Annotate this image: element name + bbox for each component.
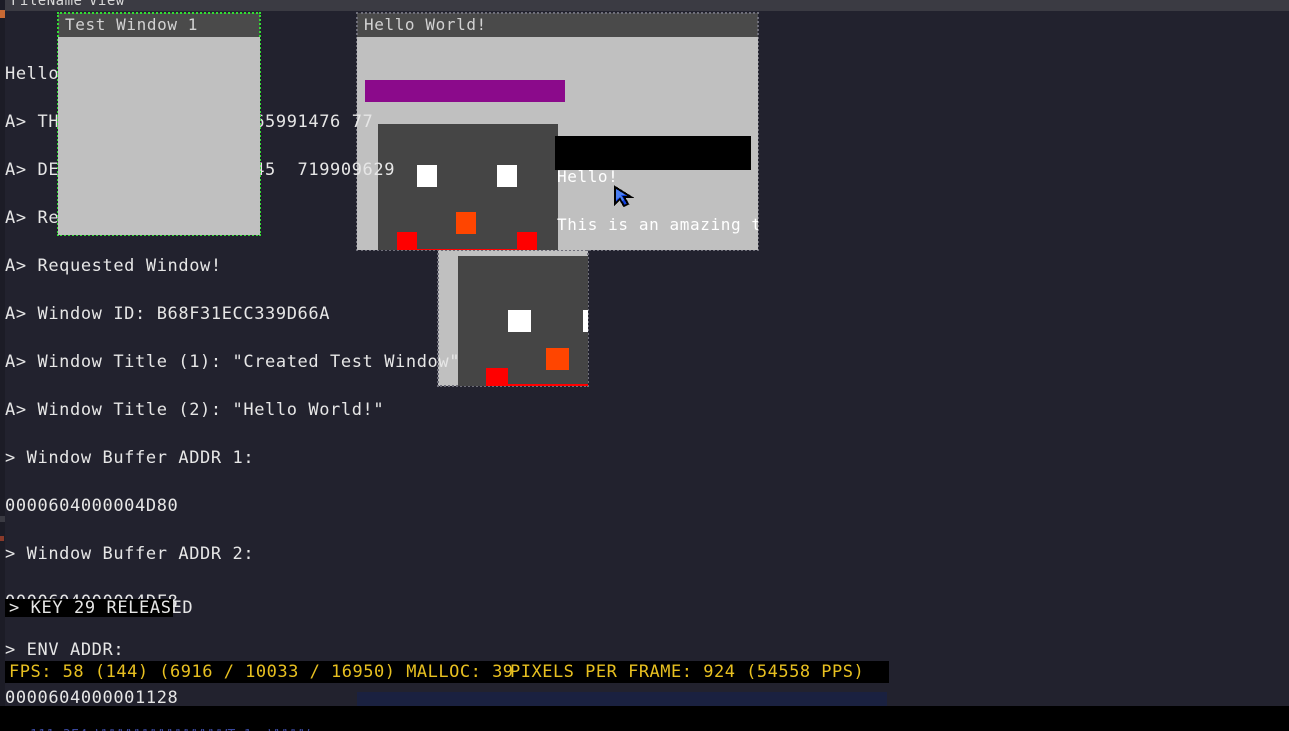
menu-bar[interactable]: FileName View bbox=[5, 0, 1289, 11]
console-line: A> Requested Window! bbox=[5, 258, 905, 274]
taskbar-strip[interactable] bbox=[357, 692, 887, 706]
console-line: A> Window ID: B68F31ECC339D66A bbox=[5, 306, 905, 322]
left-strip-marker-top bbox=[0, 10, 5, 18]
window-test-window-1[interactable]: Test Window 1 bbox=[58, 13, 260, 235]
menu-item-filename[interactable]: FileName bbox=[11, 0, 82, 8]
window-titlebar-test-window-1[interactable]: Test Window 1 bbox=[58, 13, 260, 37]
console-line: > Window Buffer ADDR 1: bbox=[5, 450, 905, 466]
console-line: 0000604000004D80 bbox=[5, 498, 905, 514]
arrow-cursor bbox=[613, 185, 635, 209]
key-event-log: > KEY 29 RELEASED bbox=[5, 599, 173, 617]
console-line: A> Window Title (1): "Created Test Windo… bbox=[5, 354, 905, 370]
desktop: FileName View Hello from window Test A> … bbox=[0, 0, 1289, 731]
menu-item-view[interactable]: View bbox=[89, 0, 125, 8]
window-body-test-window-1 bbox=[58, 37, 260, 235]
pixels-per-frame-text: PIXELS PER FRAME: 924 (54558 PPS) bbox=[510, 661, 864, 683]
console-line: > Window Buffer ADDR 2: bbox=[5, 546, 905, 562]
system-status-bar: DATE: 3.11.2023 - 17:55:6 - HEAP: Used C… bbox=[0, 706, 1289, 731]
fps-stats-text: FPS: 58 (144) (6916 / 10033 / 16950) MAL… bbox=[9, 661, 514, 683]
left-strip-marker-low bbox=[0, 536, 4, 541]
fps-status-bar: FPS: 58 (144) (6916 / 10033 / 16950) MAL… bbox=[5, 661, 889, 683]
console-line: A> Window Title (2): "Hello World!" bbox=[5, 402, 905, 418]
console-line: > ENV ADDR: bbox=[5, 642, 905, 658]
